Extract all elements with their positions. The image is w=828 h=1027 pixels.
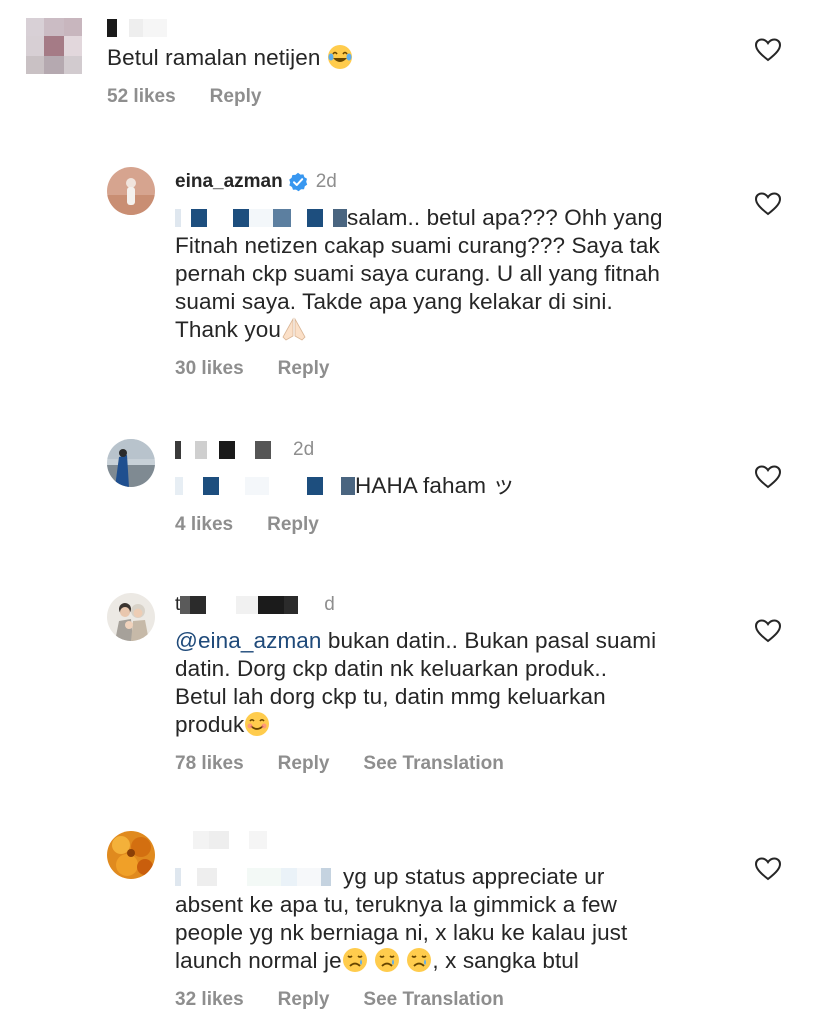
see-translation-button[interactable]: See Translation [363,753,503,775]
comment-meta: t d [175,591,656,619]
censored-username [107,18,167,38]
crying-emoji-icon [406,947,432,973]
censored-mention [175,867,343,887]
avatar[interactable] [107,167,155,215]
comment-text: Betul ramalan netijen [107,44,353,72]
avatar[interactable] [26,18,82,74]
comment-text: HAHA faham ッ [175,472,515,500]
laughing-emoji-icon [327,44,353,70]
censored-mention [175,208,347,228]
see-translation-button[interactable]: See Translation [363,989,503,1011]
comment-actions: 32 likes Reply See Translation [175,989,627,1011]
crying-emoji-icon [374,947,400,973]
censored-username [175,440,289,460]
reply-button[interactable]: Reply [210,86,262,108]
comment-meta [107,14,353,42]
likes-count[interactable]: 52 likes [107,86,176,108]
heart-icon[interactable] [755,465,781,489]
smiling-emoji-icon [244,711,270,737]
avatar[interactable] [107,593,155,641]
verified-badge-icon [288,172,308,192]
heart-icon[interactable] [755,192,781,216]
timestamp: 2d [293,439,315,460]
reply-button[interactable]: Reply [278,753,330,775]
timestamp: 2d [315,171,337,192]
comment-actions: 4 likes Reply [175,514,515,536]
reply-button[interactable]: Reply [278,358,330,380]
crying-emoji-icon [342,947,368,973]
censored-mention [175,476,355,496]
comment-actions: 78 likes Reply See Translation [175,753,656,775]
comment-meta: 2d [175,436,515,464]
comment-meta [175,826,627,854]
timestamp: d [324,594,335,615]
censored-username [175,830,279,850]
heart-icon[interactable] [755,857,781,881]
likes-count[interactable]: 32 likes [175,989,244,1011]
censored-username [180,595,313,615]
comment-meta: eina_azman 2d [175,168,663,196]
comment-text: yg up status appreciate ur absent ke apa… [175,864,628,973]
comment-actions: 30 likes Reply [175,358,663,380]
likes-count[interactable]: 78 likes [175,753,244,775]
comment-text: salam.. betul apa??? Ohh yang Fitnah net… [175,205,663,342]
avatar[interactable] [107,439,155,487]
comment-text: @eina_azman bukan datin.. Bukan pasal su… [175,628,657,737]
likes-count[interactable]: 4 likes [175,514,233,536]
heart-icon[interactable] [755,38,781,62]
comment-actions: 52 likes Reply [107,86,353,108]
folded-hands-emoji-icon [281,316,307,342]
reply-button[interactable]: Reply [278,989,330,1011]
avatar[interactable] [107,831,155,879]
username[interactable]: eina_azman [175,171,283,193]
reply-button[interactable]: Reply [267,514,319,536]
heart-icon[interactable] [755,619,781,643]
mention-link[interactable]: @eina_azman [175,628,322,653]
likes-count[interactable]: 30 likes [175,358,244,380]
